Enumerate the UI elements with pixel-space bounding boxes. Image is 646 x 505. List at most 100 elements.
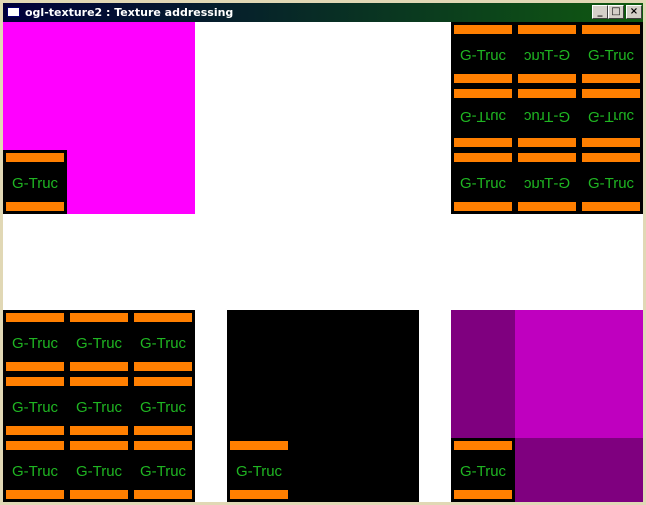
texture-tile: G-Truc bbox=[3, 310, 67, 374]
texture-tile: G-Truc bbox=[579, 86, 643, 150]
texture-bar-bottom bbox=[134, 362, 192, 371]
texture-label: G-Truc bbox=[75, 399, 123, 416]
texture-bar-bottom bbox=[518, 74, 576, 83]
texture-tile: G-Truc bbox=[3, 438, 67, 502]
texture-bar-top bbox=[6, 377, 64, 386]
texture-bar-bottom bbox=[454, 490, 512, 499]
texture-label: G-Truc bbox=[459, 108, 507, 125]
texture-tile: G-Truc bbox=[67, 438, 131, 502]
texture-tile: G-Truc bbox=[3, 150, 67, 214]
texture-bar-top bbox=[6, 153, 64, 162]
texture-bar-bottom bbox=[582, 89, 640, 98]
view-clamp-border-black: G-Truc bbox=[227, 310, 419, 502]
texture-tile: G-Truc bbox=[451, 22, 515, 86]
edge-fill-left bbox=[451, 310, 515, 438]
texture-bar-top bbox=[454, 138, 512, 147]
texture-bar-top bbox=[134, 313, 192, 322]
maximize-button[interactable]: □ bbox=[608, 5, 624, 19]
texture-tile: G-Truc bbox=[3, 374, 67, 438]
texture-bar-top bbox=[518, 138, 576, 147]
window-icon[interactable] bbox=[7, 7, 20, 17]
texture-bar-top bbox=[230, 441, 288, 450]
texture-label: G-Truc bbox=[75, 463, 123, 480]
texture-label: G-Truc bbox=[523, 175, 571, 192]
texture-bar-top bbox=[70, 441, 128, 450]
texture-tile: G-Truc bbox=[131, 438, 195, 502]
edge-fill-corner bbox=[515, 310, 643, 438]
texture-bar-top bbox=[518, 25, 576, 34]
texture-bar-top bbox=[454, 441, 512, 450]
texture-label: G-Truc bbox=[11, 463, 59, 480]
texture-label: G-Truc bbox=[587, 175, 635, 192]
render-canvas[interactable]: G-Truc G-Truc G-Truc G-Truc G-Truc G-Truc G-T… bbox=[3, 22, 643, 502]
texture-label: G-Truc bbox=[587, 47, 635, 64]
texture-bar-bottom bbox=[454, 202, 512, 211]
texture-bar-bottom bbox=[6, 426, 64, 435]
view-mirrored-repeat: G-Truc G-Truc G-Truc G-Truc G-Truc G-Truc G-Tr… bbox=[451, 22, 643, 214]
texture-tile: G-Truc bbox=[67, 374, 131, 438]
texture-bar-top bbox=[134, 441, 192, 450]
texture-bar-bottom bbox=[454, 74, 512, 83]
texture-bar-top bbox=[70, 377, 128, 386]
texture-bar-bottom bbox=[70, 490, 128, 499]
texture-tile: G-Truc bbox=[451, 86, 515, 150]
texture-bar-bottom bbox=[518, 89, 576, 98]
texture-bar-top bbox=[582, 25, 640, 34]
texture-bar-top bbox=[582, 138, 640, 147]
texture-tile: G-Truc bbox=[579, 22, 643, 86]
texture-bar-bottom bbox=[518, 202, 576, 211]
texture-bar-bottom bbox=[70, 426, 128, 435]
texture-label: G-Truc bbox=[523, 108, 571, 125]
texture-bar-top bbox=[582, 153, 640, 162]
texture-label: G-Truc bbox=[587, 108, 635, 125]
texture-tile: G-Truc bbox=[67, 310, 131, 374]
texture-tile: G-Truc bbox=[451, 150, 515, 214]
texture-bar-bottom bbox=[582, 74, 640, 83]
texture-label: G-Truc bbox=[75, 335, 123, 352]
texture-label: G-Truc bbox=[139, 463, 187, 480]
texture-bar-top bbox=[518, 153, 576, 162]
texture-bar-bottom bbox=[6, 202, 64, 211]
texture-bar-top bbox=[6, 313, 64, 322]
texture-tile: G-Truc bbox=[131, 310, 195, 374]
texture-label: G-Truc bbox=[11, 335, 59, 352]
texture-tile: G-Truc bbox=[227, 438, 291, 502]
app-window: ogl-texture2 : Texture addressing _ □ × … bbox=[0, 0, 646, 505]
texture-bar-bottom bbox=[70, 362, 128, 371]
texture-tile: G-Truc bbox=[579, 150, 643, 214]
texture-label: G-Truc bbox=[459, 175, 507, 192]
texture-label: G-Truc bbox=[459, 463, 507, 480]
texture-bar-bottom bbox=[134, 490, 192, 499]
minimize-button[interactable]: _ bbox=[592, 5, 608, 19]
texture-tile: G-Truc bbox=[131, 374, 195, 438]
view-clamp-edge-purple: G-Truc bbox=[451, 310, 643, 502]
texture-label: G-Truc bbox=[139, 399, 187, 416]
texture-bar-top bbox=[454, 25, 512, 34]
texture-label: G-Truc bbox=[139, 335, 187, 352]
texture-label: G-Truc bbox=[11, 175, 59, 192]
texture-label: G-Truc bbox=[235, 463, 283, 480]
texture-label: G-Truc bbox=[523, 47, 571, 64]
texture-label: G-Truc bbox=[459, 47, 507, 64]
texture-tile: G-Truc bbox=[515, 22, 579, 86]
texture-bar-bottom bbox=[6, 490, 64, 499]
window-title: ogl-texture2 : Texture addressing bbox=[25, 6, 234, 19]
texture-bar-top bbox=[454, 153, 512, 162]
texture-tile: G-Truc bbox=[515, 150, 579, 214]
texture-bar-top bbox=[134, 377, 192, 386]
texture-bar-bottom bbox=[230, 490, 288, 499]
texture-label: G-Truc bbox=[11, 399, 59, 416]
texture-tile: G-Truc bbox=[451, 438, 515, 502]
view-clamp-border-magenta: G-Truc bbox=[3, 22, 195, 214]
texture-bar-bottom bbox=[454, 89, 512, 98]
texture-tile: G-Truc bbox=[515, 86, 579, 150]
texture-bar-bottom bbox=[6, 362, 64, 371]
texture-bar-bottom bbox=[582, 202, 640, 211]
view-repeat: G-Truc G-Truc G-Truc G-Truc G-Truc G-Truc G-Tr… bbox=[3, 310, 195, 502]
edge-fill-bottom bbox=[515, 438, 643, 502]
title-bar[interactable]: ogl-texture2 : Texture addressing _ □ × bbox=[3, 3, 643, 22]
texture-bar-bottom bbox=[134, 426, 192, 435]
texture-bar-top bbox=[70, 313, 128, 322]
texture-bar-top bbox=[6, 441, 64, 450]
close-button[interactable]: × bbox=[626, 5, 642, 19]
